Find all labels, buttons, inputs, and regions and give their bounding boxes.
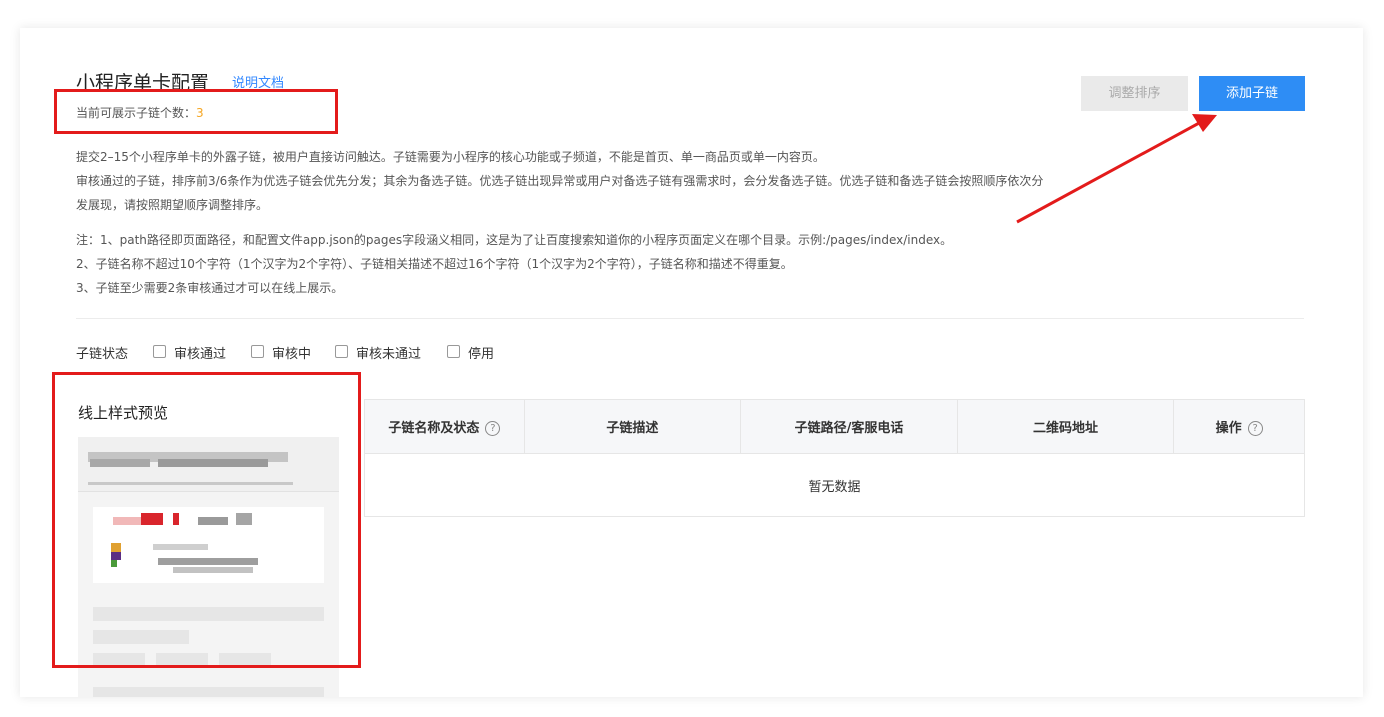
- arrow-line: [1016, 120, 1202, 224]
- annotation-arrow: [1016, 114, 1217, 224]
- arrow-head: [1192, 114, 1217, 132]
